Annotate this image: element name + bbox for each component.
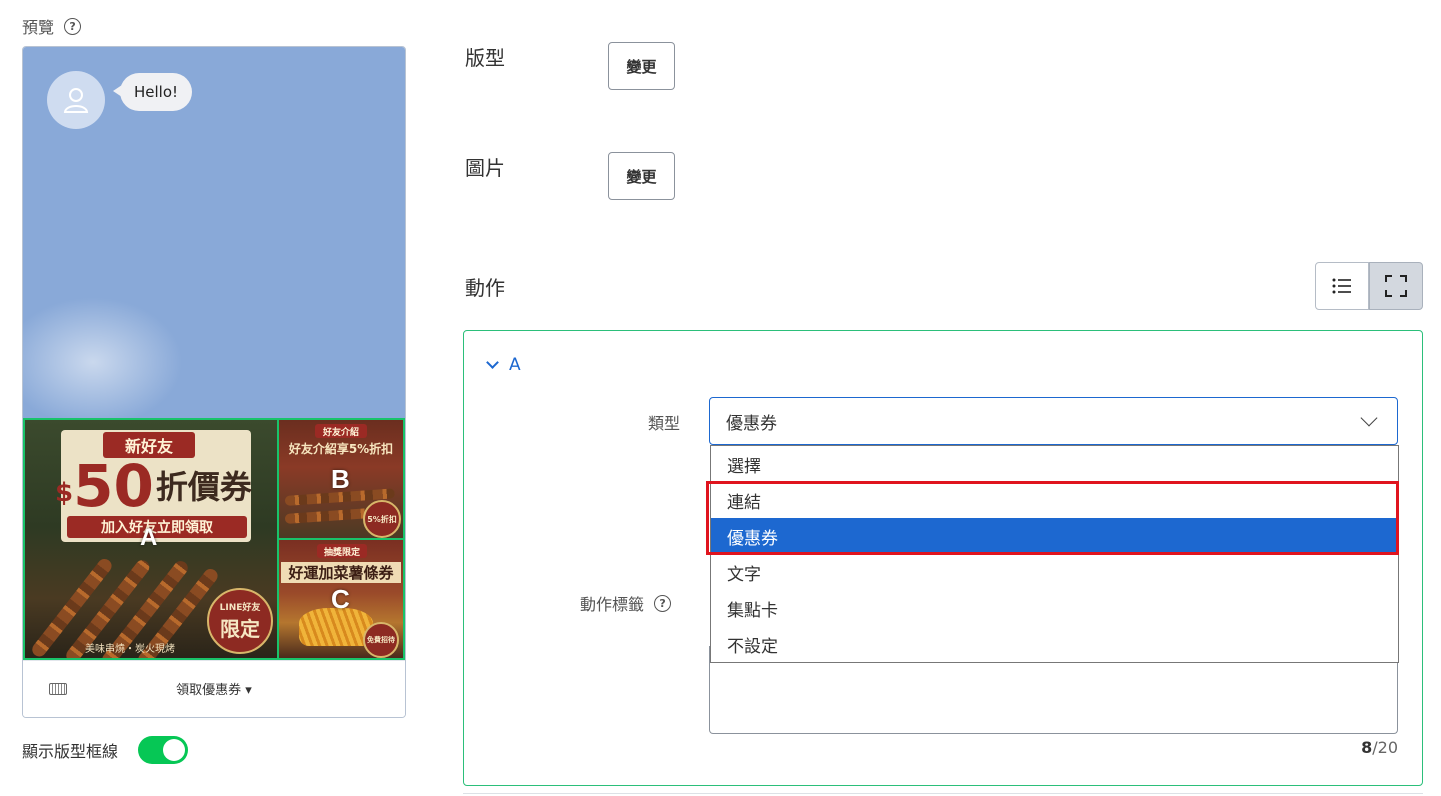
- layout-change-button[interactable]: 變更: [608, 42, 675, 90]
- image-label: 圖片: [465, 156, 505, 180]
- dropdown-option-selected[interactable]: 優惠券: [711, 518, 1398, 554]
- dropdown-option[interactable]: 選擇: [711, 446, 1398, 482]
- list-view-button[interactable]: [1315, 262, 1369, 310]
- phone-preview: Hello! 新好友 $ 50 折價券 加入好友立即領取 LINE好友 限定 美…: [22, 46, 406, 718]
- dropdown-option[interactable]: 集點卡: [711, 590, 1398, 626]
- rich-menu: 新好友 $ 50 折價券 加入好友立即領取 LINE好友 限定 美味串燒・炭火現…: [23, 418, 405, 660]
- dropdown-option[interactable]: 連結: [711, 482, 1398, 518]
- show-frame-label: 顯示版型框線: [22, 742, 119, 761]
- divider: [463, 793, 1423, 794]
- cell-b-badge: 5%折扣: [363, 500, 401, 538]
- action-card-header[interactable]: A: [486, 355, 521, 375]
- action-card-title[interactable]: A: [509, 355, 521, 375]
- menu-bar[interactable]: 領取優惠券 ▾: [23, 660, 405, 717]
- view-toggle: [1315, 262, 1423, 310]
- help-icon[interactable]: ?: [64, 17, 82, 35]
- action-label-row: 動作標籤 ?: [580, 591, 672, 615]
- dropdown-option[interactable]: 文字: [711, 554, 1398, 590]
- type-dropdown-list: 選擇 連結 優惠券 文字 集點卡 不設定: [710, 445, 1399, 663]
- preview-title: 預覽: [22, 18, 55, 37]
- cell-b-tag: 好友介紹: [315, 424, 367, 438]
- cell-c-letter: C: [331, 584, 350, 614]
- cell-b-letter: B: [331, 464, 350, 494]
- chat-area: Hello!: [23, 47, 405, 419]
- rich-menu-cell-a[interactable]: 新好友 $ 50 折價券 加入好友立即領取 LINE好友 限定 美味串燒・炭火現…: [23, 418, 279, 660]
- list-icon: [1332, 278, 1351, 294]
- menu-bar-label[interactable]: 領取優惠券 ▾: [23, 679, 405, 698]
- expand-view-button[interactable]: [1369, 262, 1423, 310]
- char-counter: 8/20: [1361, 738, 1398, 757]
- rich-menu-cell-c[interactable]: 抽獎限定 好運加菜薯條券 免費招待 C: [277, 538, 405, 660]
- cell-a-footer: 美味串燒・炭火現烤: [85, 644, 175, 655]
- type-select[interactable]: 優惠券: [709, 397, 1398, 445]
- action-label-label: 動作標籤: [580, 595, 645, 614]
- action-label: 動作: [465, 276, 505, 300]
- layout-label: 版型: [465, 46, 505, 70]
- cell-c-tag: 抽獎限定: [317, 544, 367, 558]
- preview-header: 預覽 ?: [22, 14, 82, 38]
- cell-b-headline: 好友介紹享5%折扣: [288, 442, 394, 456]
- cell-a-badge: LINE好友 限定: [207, 588, 273, 654]
- dropdown-option[interactable]: 不設定: [711, 626, 1398, 662]
- show-frame-setting: 顯示版型框線: [22, 736, 189, 764]
- chat-bubble: Hello!: [112, 73, 193, 111]
- type-select-value: 優惠券: [726, 413, 777, 434]
- chevron-down-icon[interactable]: [486, 356, 499, 369]
- image-change-button[interactable]: 變更: [608, 152, 675, 200]
- chevron-down-icon: [1360, 409, 1378, 427]
- cloud-decoration: [23, 297, 183, 419]
- show-frame-toggle[interactable]: [138, 736, 189, 764]
- user-icon: [63, 88, 89, 113]
- expand-icon: [1385, 275, 1407, 297]
- rich-menu-cell-b[interactable]: 好友介紹 好友介紹享5%折扣 5%折扣 B: [277, 418, 405, 540]
- cell-c-badge: 免費招待: [363, 622, 399, 658]
- cell-a-amount: $ 50 折價券: [55, 452, 252, 520]
- help-icon[interactable]: ?: [654, 594, 672, 612]
- cell-c-headline: 好運加菜薯條券: [281, 562, 401, 583]
- avatar: [47, 71, 105, 129]
- cell-a-letter: A: [140, 524, 158, 551]
- type-label: 類型: [647, 414, 680, 433]
